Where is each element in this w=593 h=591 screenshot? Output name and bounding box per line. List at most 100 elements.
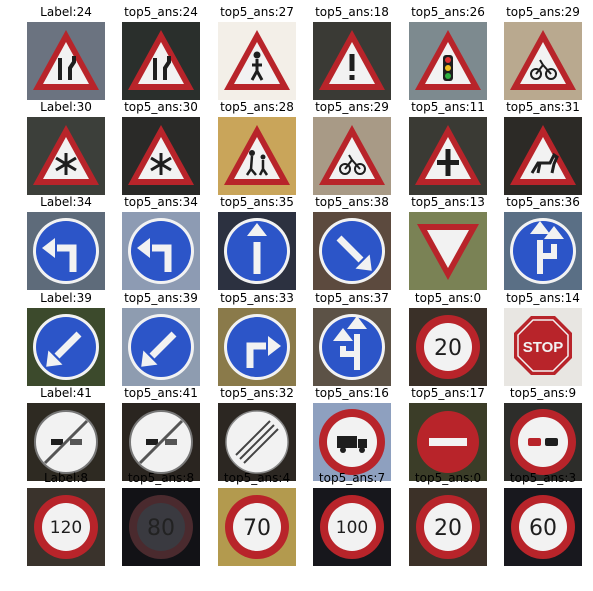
sign-image: 100: [313, 488, 391, 566]
cell-title: top5_ans:32: [220, 386, 294, 400]
cell-title: top5_ans:9: [509, 386, 577, 400]
cell-title: Label:39: [40, 291, 92, 305]
sign-image: [27, 117, 105, 195]
narrows-right-icon: [27, 22, 105, 100]
cell-title: top5_ans:24: [124, 5, 198, 19]
end-no-passing-icon: [122, 403, 200, 481]
turn-left-ahead-icon: [122, 212, 200, 290]
bicycles-crossing-icon: [504, 22, 582, 100]
sign-image: 80: [122, 488, 200, 566]
no-trucks-icon: [313, 403, 391, 481]
speed-limit-60-icon: 60: [504, 488, 582, 566]
speed-limit-20-icon: 20: [409, 308, 487, 386]
sign-image: STOP: [504, 308, 582, 386]
cell-title: top5_ans:29: [506, 5, 580, 19]
cell-title: top5_ans:8: [127, 471, 195, 485]
speed-limit-70-icon: 70: [218, 488, 296, 566]
sign-image: [122, 212, 200, 290]
sign-image: [122, 308, 200, 386]
end-no-passing-icon: [27, 403, 105, 481]
no-passing-icon: [504, 403, 582, 481]
sign-image: 120: [27, 488, 105, 566]
sign-image: 20: [409, 488, 487, 566]
sign-image: [313, 403, 391, 481]
sign-image: [409, 22, 487, 100]
cell-title: top5_ans:38: [315, 195, 389, 209]
ice-snow-icon: [122, 117, 200, 195]
turn-left-ahead-icon: [27, 212, 105, 290]
turn-right-ahead-icon: [218, 308, 296, 386]
cell-title: top5_ans:35: [220, 195, 294, 209]
svg-text:20: 20: [434, 336, 462, 361]
go-straight-right-icon: [504, 212, 582, 290]
sign-prediction-grid: Label:24 top5_ans:24 top5_ans:27 top5_an…: [0, 0, 593, 591]
cell-title: top5_ans:7: [318, 471, 386, 485]
sign-image: [27, 403, 105, 481]
ice-snow-icon: [27, 117, 105, 195]
cell-title: top5_ans:11: [411, 100, 485, 114]
cell-title: top5_ans:28: [220, 100, 294, 114]
svg-text:60: 60: [529, 516, 557, 541]
sign-image: [409, 403, 487, 481]
sign-image: [27, 308, 105, 386]
svg-text:120: 120: [50, 518, 82, 538]
svg-text:70: 70: [243, 516, 271, 541]
sign-image: [504, 403, 582, 481]
sign-image: [122, 22, 200, 100]
svg-text:20: 20: [434, 516, 462, 541]
cell-title: top5_ans:29: [315, 100, 389, 114]
speed-limit-120-icon: 120: [27, 488, 105, 566]
cell-title: top5_ans:39: [124, 291, 198, 305]
end-all-limits-icon: [218, 403, 296, 481]
sign-image: [313, 22, 391, 100]
bicycles-crossing-icon: [313, 117, 391, 195]
cell-title: top5_ans:13: [411, 195, 485, 209]
cell-title: top5_ans:26: [411, 5, 485, 19]
cell-title: top5_ans:33: [220, 291, 294, 305]
cell-title: top5_ans:17: [411, 386, 485, 400]
go-straight-left-icon: [313, 308, 391, 386]
sign-image: 20: [409, 308, 487, 386]
general-caution-icon: [313, 22, 391, 100]
cell-title: top5_ans:27: [220, 5, 294, 19]
right-of-way-icon: [409, 117, 487, 195]
cell-title: top5_ans:3: [509, 471, 577, 485]
cell-title: top5_ans:14: [506, 291, 580, 305]
keep-left-icon: [27, 308, 105, 386]
svg-text:80: 80: [147, 516, 175, 541]
sign-image: [504, 117, 582, 195]
sign-image: [218, 403, 296, 481]
cell-title: top5_ans:31: [506, 100, 580, 114]
yield-icon: [409, 212, 487, 290]
sign-image: [409, 117, 487, 195]
sign-image: [122, 403, 200, 481]
sign-image: [218, 212, 296, 290]
sign-image: [504, 212, 582, 290]
stop-icon: STOP: [504, 308, 582, 386]
cell-title: top5_ans:0: [414, 471, 482, 485]
keep-right-icon: [313, 212, 391, 290]
cell-title: Label:8: [43, 471, 89, 485]
sign-image: [218, 308, 296, 386]
svg-text:100: 100: [336, 518, 368, 538]
no-entry-icon: [409, 403, 487, 481]
cell-title: top5_ans:30: [124, 100, 198, 114]
children-crossing-icon: [218, 117, 296, 195]
sign-image: [218, 22, 296, 100]
cell-title: top5_ans:0: [414, 291, 482, 305]
cell-title: Label:34: [40, 195, 92, 209]
narrows-right-icon: [122, 22, 200, 100]
sign-image: [409, 212, 487, 290]
speed-limit-dark-icon: 80: [122, 488, 200, 566]
cell-title: top5_ans:18: [315, 5, 389, 19]
cell-title: Label:24: [40, 5, 92, 19]
cell-title: top5_ans:37: [315, 291, 389, 305]
ahead-only-icon: [218, 212, 296, 290]
cell-title: top5_ans:16: [315, 386, 389, 400]
sign-image: [27, 22, 105, 100]
cell-title: Label:30: [40, 100, 92, 114]
sign-image: [218, 117, 296, 195]
sign-image: [122, 117, 200, 195]
cell-title: top5_ans:4: [223, 471, 291, 485]
traffic-signals-icon: [409, 22, 487, 100]
